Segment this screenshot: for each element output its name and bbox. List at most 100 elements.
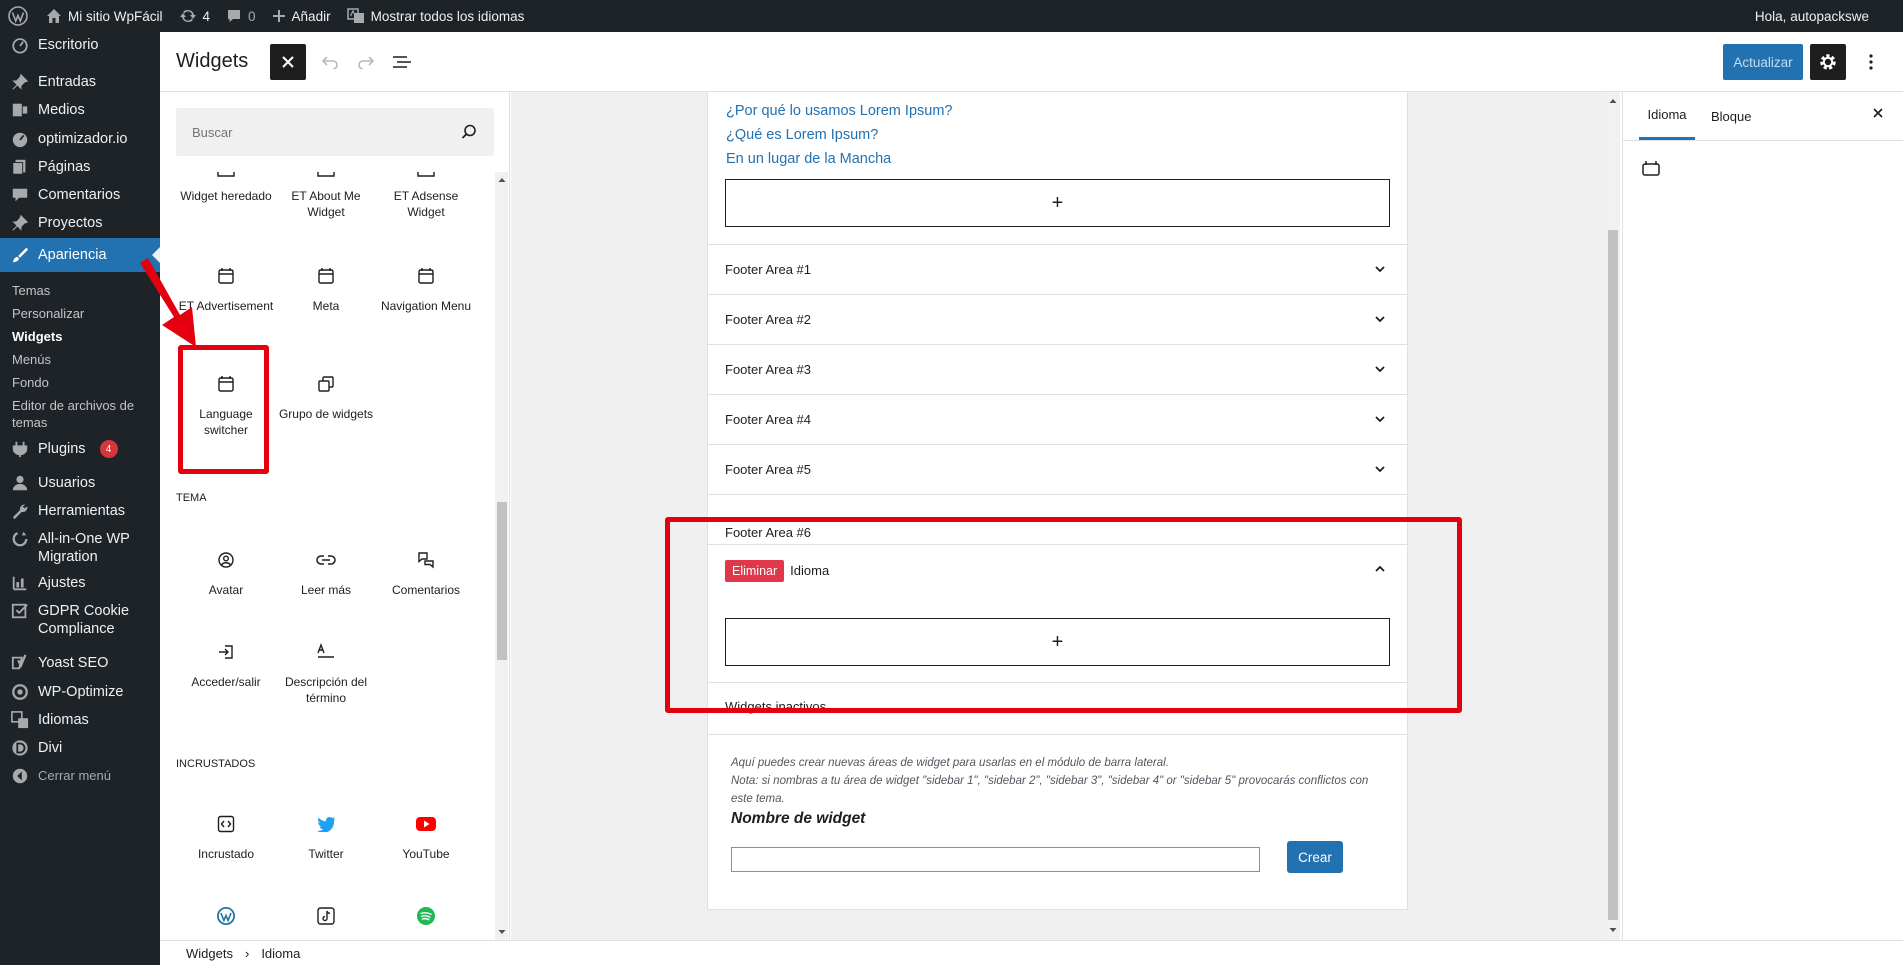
sidebar-item-herramientas[interactable]: Herramientas [0, 502, 160, 521]
create-button[interactable]: Crear [1287, 841, 1343, 873]
sidebar-item-label: Cerrar menú [38, 768, 111, 783]
settings-button[interactable] [1810, 44, 1846, 80]
show-languages-link[interactable]: Mostrar todos los idiomas [339, 0, 533, 32]
site-name-link[interactable]: Mi sitio WpFácil [38, 0, 171, 32]
sidebar-item-plugins[interactable]: Plugins 4 [0, 440, 160, 459]
scroll-down-arrow-icon[interactable] [497, 928, 507, 936]
canvas-scrollbar-thumb[interactable] [1608, 230, 1618, 920]
block-tiktok[interactable] [278, 904, 374, 938]
tab-bloque[interactable]: Bloque [1711, 92, 1751, 140]
list-view-button[interactable] [384, 44, 420, 80]
area-title: Footer Area #2 [725, 312, 811, 327]
update-button[interactable]: Actualizar [1723, 44, 1803, 80]
sidebar-item-all-in-one-wp-migration[interactable]: All-in-One WP Migration [0, 530, 160, 566]
block-et-about-me[interactable]: ET About Me Widget [278, 164, 374, 220]
close-inserter-button[interactable] [270, 44, 306, 80]
block-label: Grupo de widgets [278, 407, 374, 421]
greeting: Hola, autopackswe [1754, 8, 1869, 24]
widget-area-footer-3[interactable]: Footer Area #3 [708, 344, 1407, 394]
sidebar-item-medios[interactable]: Medios [0, 101, 160, 120]
widget-link[interactable]: En un lugar de la Mancha [726, 151, 891, 167]
settings-icon [10, 573, 30, 593]
block-navigation-menu[interactable]: Navigation Menu [378, 264, 474, 314]
widget-area-footer-4[interactable]: Footer Area #4 [708, 394, 1407, 444]
category-incrustados: INCRUSTADOS [176, 758, 256, 770]
add-block-button[interactable]: + [725, 179, 1390, 227]
search-input[interactable] [176, 108, 456, 156]
block-incrustado[interactable]: Incrustado [178, 812, 274, 862]
sidebar-item-optimizador-io[interactable]: optimizador.io [0, 130, 160, 149]
updates-count: 4 [202, 8, 211, 24]
highlight-box-language-switcher [178, 345, 269, 474]
block-et-adsense[interactable]: ET Adsense Widget [378, 164, 474, 220]
block-comentarios[interactable]: Comentarios [378, 548, 474, 598]
sidebar-item-cerrar-men[interactable]: Cerrar menú [0, 767, 160, 786]
block-wordpress[interactable] [178, 904, 274, 938]
inserter-scrollbar-thumb[interactable] [497, 502, 507, 660]
block-descripcion-del-termino[interactable]: Descripción del término [278, 640, 374, 706]
block-twitter[interactable]: Twitter [278, 812, 374, 862]
media-icon [10, 100, 30, 120]
block-spotify[interactable] [378, 904, 474, 938]
divider [708, 734, 1407, 735]
options-button[interactable] [1853, 44, 1889, 80]
submenu-item-temas[interactable]: Temas [0, 282, 148, 299]
submenu-item-personalizar[interactable]: Personalizar [0, 305, 148, 322]
widget-link[interactable]: ¿Qué es Lorem Ipsum? [726, 127, 878, 143]
add-new-link[interactable]: Añadir [264, 0, 339, 32]
collapse-icon [10, 766, 30, 786]
sidebar-item-ajustes[interactable]: Ajustes [0, 574, 160, 593]
breadcrumb-widgets[interactable]: Widgets [186, 946, 233, 961]
submenu-item-fondo[interactable]: Fondo [0, 374, 148, 391]
widget-area-footer-5[interactable]: Footer Area #5 [708, 444, 1407, 494]
block-label: Avatar [208, 583, 244, 597]
embed-icon [178, 812, 274, 836]
wordpress-logo-icon[interactable] [0, 0, 38, 32]
comments-link[interactable]: 0 [218, 0, 264, 32]
breadcrumb-idioma[interactable]: Idioma [261, 946, 300, 961]
sidebar-item-escritorio[interactable]: Escritorio [0, 36, 160, 55]
scroll-up-arrow-icon[interactable] [1608, 97, 1618, 105]
scroll-up-arrow-icon[interactable] [497, 176, 507, 184]
block-label: ET About Me Widget [291, 189, 361, 219]
speedometer-icon [10, 129, 30, 149]
sidebar-item-divi[interactable]: Divi [0, 739, 160, 758]
widget-area-footer-2[interactable]: Footer Area #2 [708, 294, 1407, 344]
undo-button[interactable] [312, 44, 348, 80]
sidebar-item-idiomas[interactable]: Idiomas [0, 711, 160, 730]
sidebar-item-usuarios[interactable]: Usuarios [0, 474, 160, 493]
redo-button[interactable] [348, 44, 384, 80]
home-icon [47, 9, 61, 23]
scroll-down-arrow-icon[interactable] [1608, 926, 1618, 934]
submenu-item-editor-de-archivos-de-temas[interactable]: Editor de archivos de temas [0, 397, 148, 431]
account-link[interactable]: Hola, autopackswe [1747, 0, 1903, 32]
sidebar-item-wp-optimize[interactable]: WP-Optimize [0, 683, 160, 702]
updates-link[interactable]: 4 [171, 0, 219, 32]
block-label: YouTube [402, 847, 450, 861]
category-tema: TEMA [176, 492, 207, 504]
block-youtube[interactable]: YouTube [378, 812, 474, 862]
chevron-down-icon [1375, 466, 1385, 473]
close-settings-button[interactable] [1871, 106, 1885, 120]
submenu-item-widgets[interactable]: Widgets [0, 328, 148, 345]
sidebar-item-p-ginas[interactable]: Páginas [0, 158, 160, 177]
sidebar-item-entradas[interactable]: Entradas [0, 73, 160, 92]
block-leer-mas[interactable]: Leer más [278, 548, 374, 598]
sidebar-item-proyectos[interactable]: Proyectos [0, 214, 160, 233]
widget-area-footer-1[interactable]: Footer Area #1 [708, 244, 1407, 294]
widget-name-input[interactable] [731, 847, 1260, 872]
block-acceder-salir[interactable]: Acceder/salir [178, 640, 274, 690]
brush-icon [10, 245, 30, 265]
block-avatar[interactable]: Avatar [178, 548, 274, 598]
tab-idioma[interactable]: Idioma [1639, 92, 1695, 140]
block-widget-heredado[interactable]: Widget heredado [178, 164, 274, 204]
submenu-item-men-s[interactable]: Menús [0, 351, 148, 368]
widget-link[interactable]: ¿Por qué lo usamos Lorem Ipsum? [726, 103, 952, 119]
block-label: Comentarios [391, 583, 461, 597]
sidebar-item-comentarios[interactable]: Comentarios [0, 186, 160, 205]
sidebar-item-gdpr-cookie-compliance[interactable]: GDPR Cookie Compliance [0, 602, 160, 638]
sidebar-item-yoast-seo[interactable]: Yoast SEO [0, 654, 160, 673]
block-grupo-de-widgets[interactable]: Grupo de widgets [278, 372, 374, 422]
sidebar-item-label: GDPR Cookie Compliance [38, 603, 130, 637]
block-meta[interactable]: Meta [278, 264, 374, 314]
